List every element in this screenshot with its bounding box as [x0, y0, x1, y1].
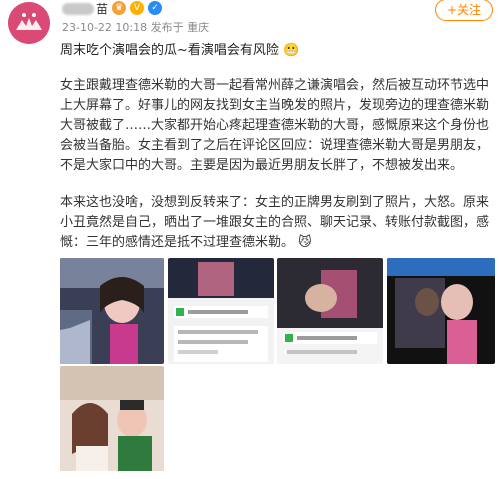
bottom-edge: [0, 471, 499, 479]
avatar[interactable]: [8, 2, 50, 44]
post-paragraph-2: 本来这也没啥，没想到反转来了：女主的正牌男友刷到了照片，大怒。原来小丑竟然是自己…: [60, 193, 494, 253]
photo-1-image: [60, 258, 164, 364]
vip-icon: V: [130, 1, 144, 15]
photo-5[interactable]: [60, 366, 164, 472]
post-location: 发布于 重庆: [150, 21, 210, 34]
cat-emoji-icon: 😼: [298, 235, 312, 250]
photo-4[interactable]: [387, 258, 495, 364]
avatar-icon: [8, 2, 50, 44]
photo-2-image: [168, 258, 274, 364]
post-header: 苗 ♛ V ✓ 23-10-22 10:18 发布于 重庆 +关注: [0, 0, 499, 44]
photo-4-image: [387, 258, 495, 364]
photo-2[interactable]: [168, 258, 274, 364]
author-badges: ♛ V ✓: [112, 1, 162, 15]
post-title-text: 周末吃个演唱会的瓜~看演唱会有风险: [60, 43, 279, 58]
photo-3-image: [277, 258, 383, 364]
post-meta: 23-10-22 10:18 发布于 重庆: [62, 19, 209, 35]
post-paragraph-2-text: 本来这也没啥，没想到反转来了：女主的正牌男友刷到了照片，大怒。原来小丑竟然是自己…: [60, 195, 490, 250]
follow-button[interactable]: +关注: [435, 0, 493, 21]
photo-5-image: [60, 366, 164, 472]
author-name-suffix[interactable]: 苗: [96, 0, 108, 17]
post-timestamp: 23-10-22 10:18: [62, 21, 148, 34]
post-paragraph-1: 女主跟戴理查德米勒的大哥一起看常州薛之谦演唱会，然后被互动环节选中上大屏幕了。好…: [60, 78, 490, 173]
post-title: 周末吃个演唱会的瓜~看演唱会有风险 😬: [60, 39, 299, 58]
photo-1[interactable]: [60, 258, 164, 364]
photo-3[interactable]: [277, 258, 383, 364]
grin-emoji-icon: 😬: [283, 43, 300, 58]
author-name-blurred[interactable]: [62, 3, 94, 15]
verified-icon: ✓: [148, 1, 162, 15]
crown-icon: ♛: [112, 1, 126, 15]
